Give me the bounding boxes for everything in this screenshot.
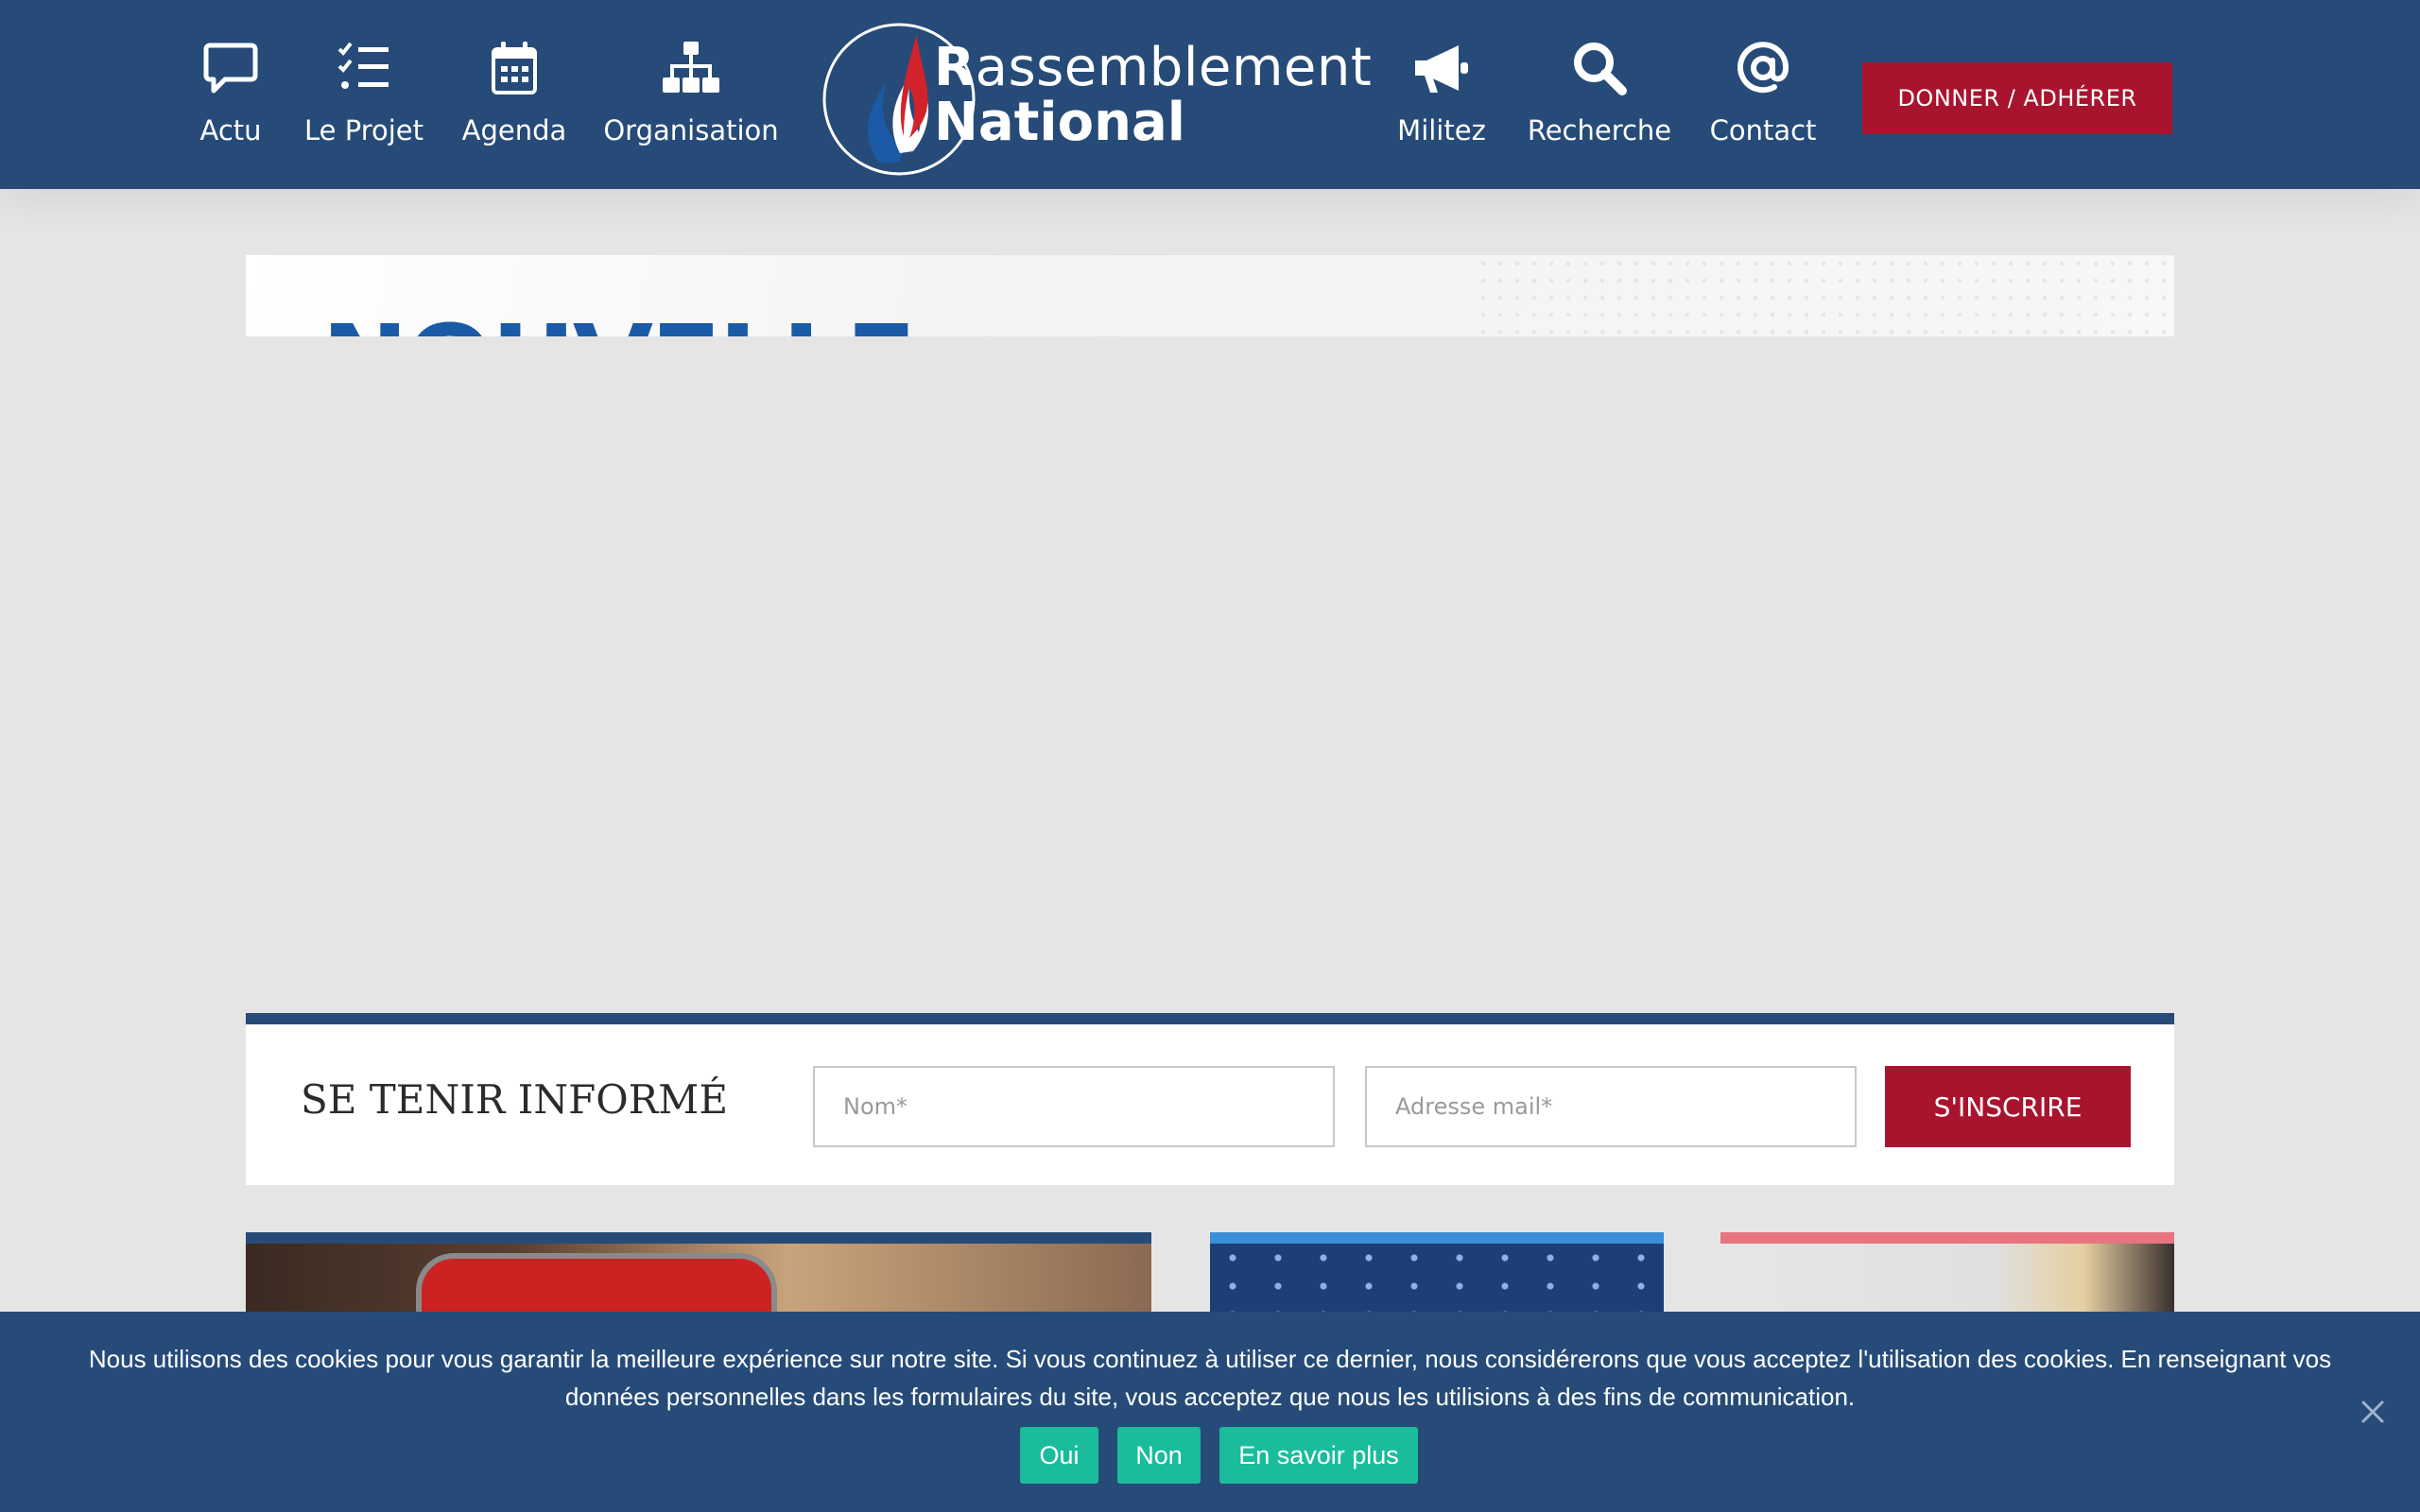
- card-accent-bar: [1210, 1232, 1664, 1244]
- megaphone-icon: [1415, 45, 1468, 93]
- org-chart-icon: [663, 42, 719, 93]
- subscribe-button[interactable]: S'INSCRIRE: [1885, 1066, 2131, 1147]
- site-header: Actu Le Projet Agenda Organisation Rasse…: [0, 0, 2420, 189]
- nav-label-militez: Militez: [1397, 114, 1486, 146]
- donate-join-button[interactable]: DONNER / ADHÉRER: [1862, 62, 2172, 134]
- hero-heading: NOUVELLE: [321, 306, 916, 336]
- card-accent-bar: [246, 1232, 1151, 1244]
- checklist-icon: [337, 42, 389, 89]
- name-input[interactable]: [813, 1066, 1335, 1147]
- calendar-icon: [492, 42, 537, 94]
- nav-item-organisation[interactable]: Organisation: [603, 38, 779, 147]
- nav-label-recherche: Recherche: [1527, 114, 1672, 146]
- dot-pattern: [1475, 255, 2174, 336]
- nav-item-recherche[interactable]: Recherche: [1528, 38, 1671, 147]
- newsletter-signup: SE TENIR INFORMÉ S'INSCRIRE: [246, 1013, 2174, 1185]
- nav-item-le-projet[interactable]: Le Projet: [304, 38, 424, 147]
- cookie-learn-more-button[interactable]: En savoir plus: [1219, 1427, 1418, 1484]
- logo-wordmark-line1: Rassemblement: [934, 38, 1372, 98]
- site-logo[interactable]: Rassemblement National: [821, 21, 1372, 178]
- nav-label-organisation: Organisation: [603, 114, 779, 146]
- nav-item-militez[interactable]: Militez: [1394, 38, 1489, 147]
- email-input[interactable]: [1365, 1066, 1857, 1147]
- nav-item-actu[interactable]: Actu: [193, 38, 268, 147]
- newsletter-title: SE TENIR INFORMÉ: [301, 1076, 728, 1123]
- at-sign-icon: [1737, 42, 1789, 94]
- logo-initial: R: [934, 37, 976, 98]
- cookie-message: Nous utilisons des cookies pour vous gar…: [88, 1345, 2332, 1411]
- nav-label-agenda: Agenda: [461, 114, 567, 146]
- search-icon: [1574, 43, 1627, 95]
- nav-item-agenda[interactable]: Agenda: [462, 38, 566, 147]
- nav-label-le-projet: Le Projet: [304, 114, 424, 146]
- logo-rest: assemblement: [975, 37, 1373, 98]
- cookie-decline-button[interactable]: Non: [1117, 1427, 1201, 1484]
- card-accent-bar: [1720, 1232, 2174, 1244]
- hero-banner: NOUVELLE: [246, 255, 2174, 336]
- chat-bubble-icon: [203, 43, 258, 94]
- logo-wordmark-line2: National: [934, 92, 1185, 153]
- close-icon[interactable]: [2358, 1397, 2388, 1427]
- cookie-accept-button[interactable]: Oui: [1020, 1427, 1098, 1484]
- cookie-banner: Nous utilisons des cookies pour vous gar…: [0, 1312, 2420, 1512]
- nav-item-contact[interactable]: Contact: [1709, 38, 1817, 147]
- nav-label-contact: Contact: [1709, 114, 1817, 146]
- nav-label-actu: Actu: [199, 114, 262, 146]
